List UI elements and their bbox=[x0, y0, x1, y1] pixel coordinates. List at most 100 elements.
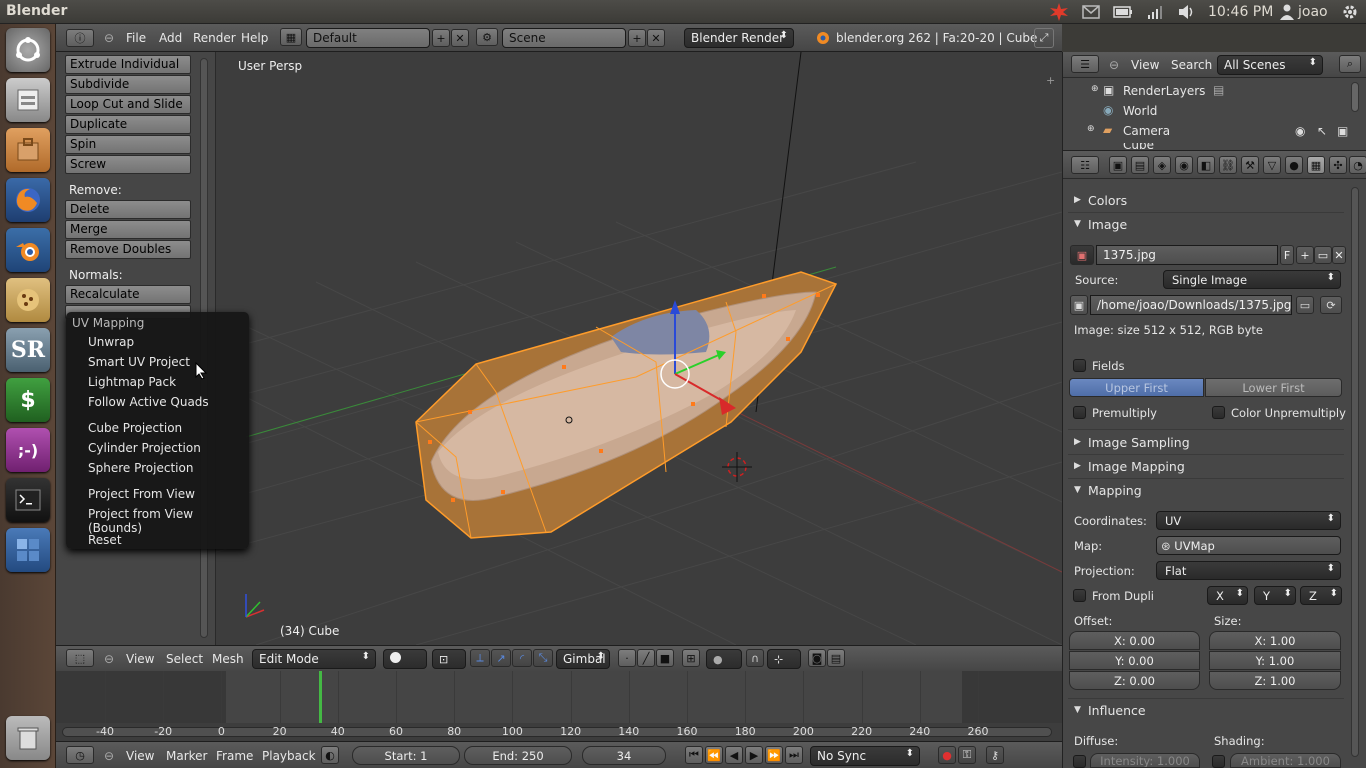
texture-tab-icon[interactable]: ▦ bbox=[1307, 156, 1325, 174]
timeline-area[interactable]: -40 -20 0 20 40 60 80 100 120 140 160 180 200 220 240 2… bbox=[56, 671, 1062, 741]
gear-icon[interactable] bbox=[1340, 3, 1360, 21]
merge-button[interactable]: Merge bbox=[65, 220, 191, 239]
collapsed-triangle-icon[interactable]: ▶ bbox=[1074, 461, 1081, 471]
jump-end-icon[interactable]: ⏭ bbox=[785, 746, 803, 764]
menu-item-sphere-projection[interactable]: Sphere Projection bbox=[88, 461, 193, 475]
record-icon[interactable]: ● bbox=[938, 746, 956, 764]
end-frame-field[interactable]: End: 250 bbox=[464, 746, 572, 765]
physics-tab-icon[interactable]: ◔ bbox=[1349, 156, 1366, 174]
fake-user-button[interactable]: F bbox=[1280, 245, 1294, 265]
menu-playback[interactable]: Playback bbox=[262, 749, 316, 763]
browse-file-icon[interactable]: ▭ bbox=[1296, 296, 1314, 314]
jump-keyframe-forward-icon[interactable]: ⏩ bbox=[765, 746, 783, 764]
editor-type-timeline-icon[interactable]: ◷ bbox=[66, 746, 94, 764]
particles-tab-icon[interactable]: ✣ bbox=[1329, 156, 1347, 174]
properties-scrollbar[interactable] bbox=[1351, 187, 1359, 757]
add-scene-icon[interactable]: + bbox=[628, 29, 646, 47]
sync-dropdown[interactable]: No Sync ⬍ bbox=[810, 746, 920, 766]
menu-select[interactable]: Select bbox=[166, 652, 203, 666]
network-icon[interactable] bbox=[1144, 3, 1166, 21]
projection-dropdown[interactable]: Flat ⬍ bbox=[1156, 561, 1341, 580]
mail-icon[interactable] bbox=[1080, 3, 1102, 21]
outliner-item-renderlayers[interactable]: RenderLayers bbox=[1123, 84, 1205, 98]
outliner-item-world[interactable]: World bbox=[1123, 104, 1157, 118]
collapsed-triangle-icon[interactable]: ▶ bbox=[1074, 437, 1081, 447]
image-browse-icon[interactable]: ▣ bbox=[1070, 245, 1094, 265]
proportional-edit-dropdown[interactable]: ● bbox=[706, 649, 742, 669]
battery-icon[interactable] bbox=[1112, 3, 1134, 21]
visibility-eye-icon[interactable]: ◉ bbox=[1295, 124, 1305, 138]
collapse-menu-icon[interactable]: ⊖ bbox=[104, 652, 114, 666]
render-layers-tab-icon[interactable]: ▤ bbox=[1131, 156, 1149, 174]
intensity-field[interactable]: Intensity: 1.000 bbox=[1090, 753, 1200, 768]
current-frame-field[interactable]: 34 bbox=[582, 746, 666, 765]
delete-button[interactable]: Delete bbox=[65, 200, 191, 219]
renderable-camera-icon[interactable]: ▣ bbox=[1337, 124, 1348, 138]
editor-type-3d-icon[interactable]: ⬚ bbox=[66, 649, 94, 667]
uv-map-field[interactable]: ⊛ UVMap bbox=[1156, 536, 1341, 555]
menu-item-cube-projection[interactable]: Cube Projection bbox=[88, 421, 182, 435]
workspace-switcher-icon[interactable] bbox=[6, 528, 50, 572]
axis-y-dropdown[interactable]: Y ⬍ bbox=[1254, 586, 1296, 605]
menu-item-project-from-view[interactable]: Project From View bbox=[88, 487, 195, 501]
pivot-dropdown[interactable]: ⊡ bbox=[432, 649, 466, 669]
search-icon[interactable]: ⌕ bbox=[1339, 55, 1361, 73]
scene-icon[interactable]: ⚙ bbox=[476, 28, 498, 46]
coordinates-dropdown[interactable]: UV ⬍ bbox=[1156, 511, 1341, 530]
jump-keyframe-back-icon[interactable]: ⏪ bbox=[705, 746, 723, 764]
size-z-field[interactable]: Z: 1.00 bbox=[1209, 671, 1341, 690]
menu-item-follow-active-quads[interactable]: Follow Active Quads bbox=[88, 395, 209, 409]
screen-layout-icon[interactable]: ▦ bbox=[280, 28, 302, 46]
edge-select-icon[interactable]: ╱ bbox=[637, 649, 655, 667]
image-mapping-panel-header[interactable]: Image Mapping bbox=[1088, 459, 1185, 474]
expanded-triangle-icon[interactable]: ▼ bbox=[1074, 219, 1081, 229]
influence-panel-header[interactable]: Influence bbox=[1088, 703, 1146, 718]
transform-orientation-dropdown[interactable]: Gimbal ⬍ bbox=[556, 649, 610, 669]
play-icon[interactable]: ▶ bbox=[745, 746, 763, 764]
menu-item-unwrap[interactable]: Unwrap bbox=[88, 335, 134, 349]
unlink-icon[interactable]: ✕ bbox=[1332, 246, 1346, 264]
menu-item-reset[interactable]: Reset bbox=[88, 533, 122, 547]
lower-first-button[interactable]: Lower First bbox=[1205, 378, 1342, 397]
data-tab-icon[interactable]: ▽ bbox=[1263, 156, 1281, 174]
size-x-field[interactable]: X: 1.00 bbox=[1209, 631, 1341, 650]
pack-icon[interactable]: ▣ bbox=[1070, 295, 1088, 315]
menu-render[interactable]: Render bbox=[193, 31, 236, 45]
preview-range-icon[interactable]: ◐ bbox=[321, 746, 339, 764]
loop-cut-slide-button[interactable]: Loop Cut and Slide bbox=[65, 95, 191, 114]
dash-home-icon[interactable] bbox=[6, 28, 50, 72]
expand-icon[interactable]: ⊕ bbox=[1087, 124, 1095, 134]
image-name-field[interactable]: 1375.jpg bbox=[1096, 245, 1278, 265]
timeline-playhead[interactable] bbox=[319, 671, 323, 723]
subdivide-button[interactable]: Subdivide bbox=[65, 75, 191, 94]
menu-add[interactable]: Add bbox=[159, 31, 182, 45]
remove-scene-icon[interactable]: ✕ bbox=[647, 29, 665, 47]
constraints-tab-icon[interactable]: ⛓ bbox=[1219, 156, 1237, 174]
user-icon[interactable] bbox=[1278, 3, 1296, 21]
outliner-filter-dropdown[interactable]: All Scenes ⬍ bbox=[1217, 55, 1323, 75]
axis-z-dropdown[interactable]: Z ⬍ bbox=[1300, 586, 1342, 605]
offset-x-field[interactable]: X: 0.00 bbox=[1069, 631, 1200, 650]
source-dropdown[interactable]: Single Image ⬍ bbox=[1163, 270, 1341, 289]
image-sampling-panel-header[interactable]: Image Sampling bbox=[1088, 435, 1190, 450]
reload-icon[interactable]: ⟳ bbox=[1320, 296, 1342, 314]
render-tab-icon[interactable]: ▣ bbox=[1109, 156, 1127, 174]
render-opengl-icon[interactable]: ◙ bbox=[808, 649, 826, 667]
terminal-icon[interactable] bbox=[6, 478, 50, 522]
menu-search[interactable]: Search bbox=[1171, 58, 1212, 72]
image-panel-header[interactable]: Image bbox=[1088, 217, 1127, 232]
outliner-item-camera[interactable]: Camera bbox=[1123, 124, 1170, 138]
diffuse-intensity-checkbox[interactable] bbox=[1073, 755, 1086, 768]
editor-type-info-icon[interactable]: ⓘ bbox=[66, 29, 94, 47]
software-center-icon[interactable] bbox=[6, 128, 50, 172]
scale-icon[interactable]: ⤡ bbox=[533, 649, 553, 667]
mode-dropdown[interactable]: Edit Mode ⬍ bbox=[252, 649, 376, 669]
trash-icon[interactable] bbox=[6, 716, 50, 760]
screw-button[interactable]: Screw bbox=[65, 155, 191, 174]
vertex-select-icon[interactable]: · bbox=[618, 649, 636, 667]
duplicate-button[interactable]: Duplicate bbox=[65, 115, 191, 134]
ambient-field[interactable]: Ambient: 1.000 bbox=[1230, 753, 1341, 768]
render-animation-icon[interactable]: ▤ bbox=[827, 649, 845, 667]
expanded-triangle-icon[interactable]: ▼ bbox=[1074, 485, 1081, 495]
premultiply-checkbox[interactable] bbox=[1073, 406, 1086, 419]
